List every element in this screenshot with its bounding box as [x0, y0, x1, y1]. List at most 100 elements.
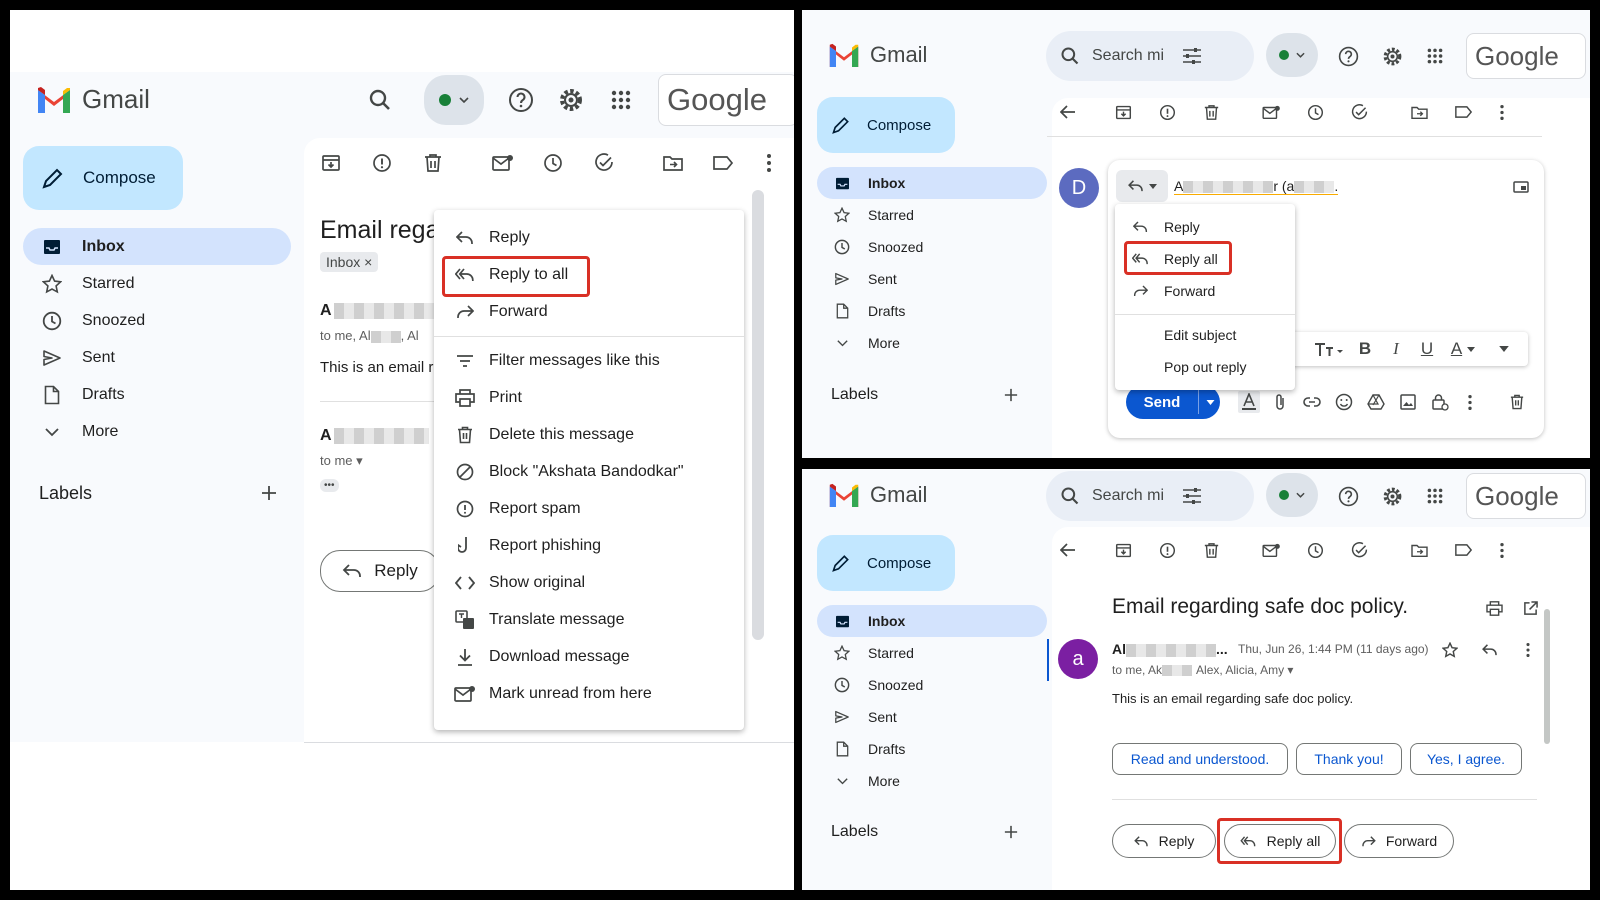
label-tag-icon[interactable] [712, 152, 734, 174]
show-trimmed-content-button[interactable]: ••• [320, 479, 339, 492]
confidential-mode-lock-icon[interactable] [1430, 391, 1450, 413]
menu-item-reply[interactable]: Reply [1115, 211, 1295, 243]
compose-button[interactable]: Compose [23, 146, 183, 210]
insert-photo-icon[interactable] [1398, 391, 1418, 413]
recipients-line[interactable]: to me, Ak Alex, Alicia, Amy ▾ [1112, 663, 1293, 677]
insert-link-icon[interactable] [1302, 391, 1322, 413]
nav-inbox[interactable]: Inbox [817, 605, 1047, 637]
smart-reply-yes-i-agree[interactable]: Yes, I agree. [1410, 743, 1522, 775]
nav-starred[interactable]: Starred [817, 199, 1047, 231]
archive-icon[interactable] [320, 152, 342, 174]
google-account-button[interactable]: Google [1466, 33, 1586, 79]
sender-name[interactable]: Al... [1112, 641, 1228, 657]
more-vertical-icon[interactable] [762, 152, 776, 174]
sender-name-2[interactable]: A [320, 427, 429, 445]
apps-grid-icon[interactable] [607, 86, 635, 114]
snooze-clock-icon[interactable] [1304, 539, 1326, 561]
star-icon[interactable] [1440, 640, 1460, 660]
apps-grid-icon[interactable] [1424, 485, 1446, 507]
status-indicator[interactable] [424, 75, 484, 125]
search-icon[interactable] [366, 86, 394, 114]
scrollbar[interactable] [752, 190, 764, 640]
menu-item-print[interactable]: Print [434, 379, 744, 416]
archive-icon[interactable] [1112, 539, 1134, 561]
report-spam-icon[interactable] [1156, 539, 1178, 561]
move-to-folder-icon[interactable] [1408, 101, 1430, 123]
nav-starred[interactable]: Starred [23, 265, 291, 302]
more-vertical-icon[interactable] [1496, 101, 1508, 123]
menu-item-translate-message[interactable]: Translate message [434, 601, 744, 638]
nav-more[interactable]: More [817, 327, 1047, 359]
report-spam-icon[interactable] [1156, 101, 1178, 123]
reply-button[interactable]: Reply [320, 550, 440, 592]
google-account-button[interactable]: Google [1466, 473, 1586, 519]
search-input[interactable]: Search mi [1092, 47, 1164, 65]
snooze-clock-icon[interactable] [542, 152, 564, 174]
nav-snoozed[interactable]: Snoozed [23, 302, 291, 339]
settings-gear-icon[interactable] [1381, 485, 1403, 507]
add-label-plus-icon[interactable] [1002, 823, 1020, 841]
status-indicator[interactable] [1266, 473, 1318, 517]
text-size-icon[interactable] [1312, 338, 1346, 360]
reply-type-dropdown[interactable] [1116, 170, 1168, 202]
attach-paperclip-icon[interactable] [1270, 391, 1290, 413]
trash-icon[interactable] [422, 152, 444, 174]
add-task-icon[interactable] [593, 152, 615, 174]
menu-item-show-original[interactable]: Show original [434, 564, 744, 601]
print-all-icon[interactable] [1483, 597, 1505, 619]
help-icon[interactable] [1337, 485, 1359, 507]
add-task-icon[interactable] [1348, 101, 1370, 123]
nav-drafts[interactable]: Drafts [817, 733, 1047, 765]
google-drive-icon[interactable] [1366, 391, 1386, 413]
menu-item-filter-messages[interactable]: Filter messages like this [434, 342, 744, 379]
smart-reply-read-and-understood[interactable]: Read and understood. [1112, 743, 1288, 775]
schedule-send-caret-icon[interactable] [1200, 385, 1220, 419]
menu-item-report-phishing[interactable]: Report phishing [434, 527, 744, 564]
text-color-icon[interactable]: A [1448, 338, 1478, 360]
compose-button[interactable]: Compose [817, 97, 955, 153]
menu-item-forward[interactable]: Forward [1115, 275, 1295, 307]
search-bar[interactable]: Search mi [1046, 471, 1254, 521]
nav-sent[interactable]: Sent [817, 263, 1047, 295]
gmail-logo[interactable]: Gmail [36, 84, 150, 114]
underline-icon[interactable]: U [1416, 338, 1438, 360]
search-input[interactable]: Search mi [1092, 487, 1164, 505]
apps-grid-icon[interactable] [1424, 45, 1446, 67]
add-task-icon[interactable] [1348, 539, 1370, 561]
menu-item-report-spam[interactable]: Report spam [434, 490, 744, 527]
gmail-logo[interactable]: Gmail [828, 482, 927, 508]
trash-icon[interactable] [1200, 539, 1222, 561]
nav-inbox[interactable]: Inbox [23, 228, 291, 265]
nav-sent[interactable]: Sent [817, 701, 1047, 733]
compose-button[interactable]: Compose [817, 535, 955, 591]
sender-name-1[interactable]: A [320, 302, 434, 320]
label-tag-icon[interactable] [1452, 101, 1474, 123]
more-options-vertical-icon[interactable] [1464, 391, 1476, 413]
search-bar[interactable]: Search mi [1046, 31, 1254, 81]
menu-item-reply[interactable]: Reply [434, 219, 744, 256]
gmail-logo[interactable]: Gmail [828, 42, 927, 68]
more-formatting-caret-icon[interactable] [1496, 338, 1512, 360]
menu-item-forward[interactable]: Forward [434, 293, 744, 330]
to-me-dropdown[interactable]: to me ▾ [320, 453, 363, 469]
reply-button[interactable]: Reply [1112, 824, 1216, 858]
pop-out-icon[interactable] [1511, 178, 1531, 196]
nav-more[interactable]: More [23, 413, 291, 450]
formatting-options-icon[interactable] [1238, 391, 1260, 413]
menu-item-edit-subject[interactable]: Edit subject [1115, 319, 1295, 351]
report-spam-icon[interactable] [371, 152, 393, 174]
send-button[interactable]: Send [1126, 385, 1198, 419]
nav-inbox[interactable]: Inbox [817, 167, 1047, 199]
menu-item-download-message[interactable]: Download message [434, 638, 744, 675]
mark-unread-icon[interactable] [1260, 101, 1282, 123]
nav-starred[interactable]: Starred [817, 637, 1047, 669]
google-account-button[interactable]: Google [658, 74, 794, 126]
open-new-window-icon[interactable] [1519, 597, 1541, 619]
menu-item-pop-out-reply[interactable]: Pop out reply [1115, 351, 1295, 383]
nav-drafts[interactable]: Drafts [23, 376, 291, 413]
menu-item-delete-message[interactable]: Delete this message [434, 416, 744, 453]
bold-icon[interactable]: B [1354, 338, 1376, 360]
menu-item-block-sender[interactable]: Block "Akshata Bandodkar" [434, 453, 744, 490]
menu-item-mark-unread[interactable]: Mark unread from here [434, 675, 744, 712]
settings-gear-icon[interactable] [557, 86, 585, 114]
